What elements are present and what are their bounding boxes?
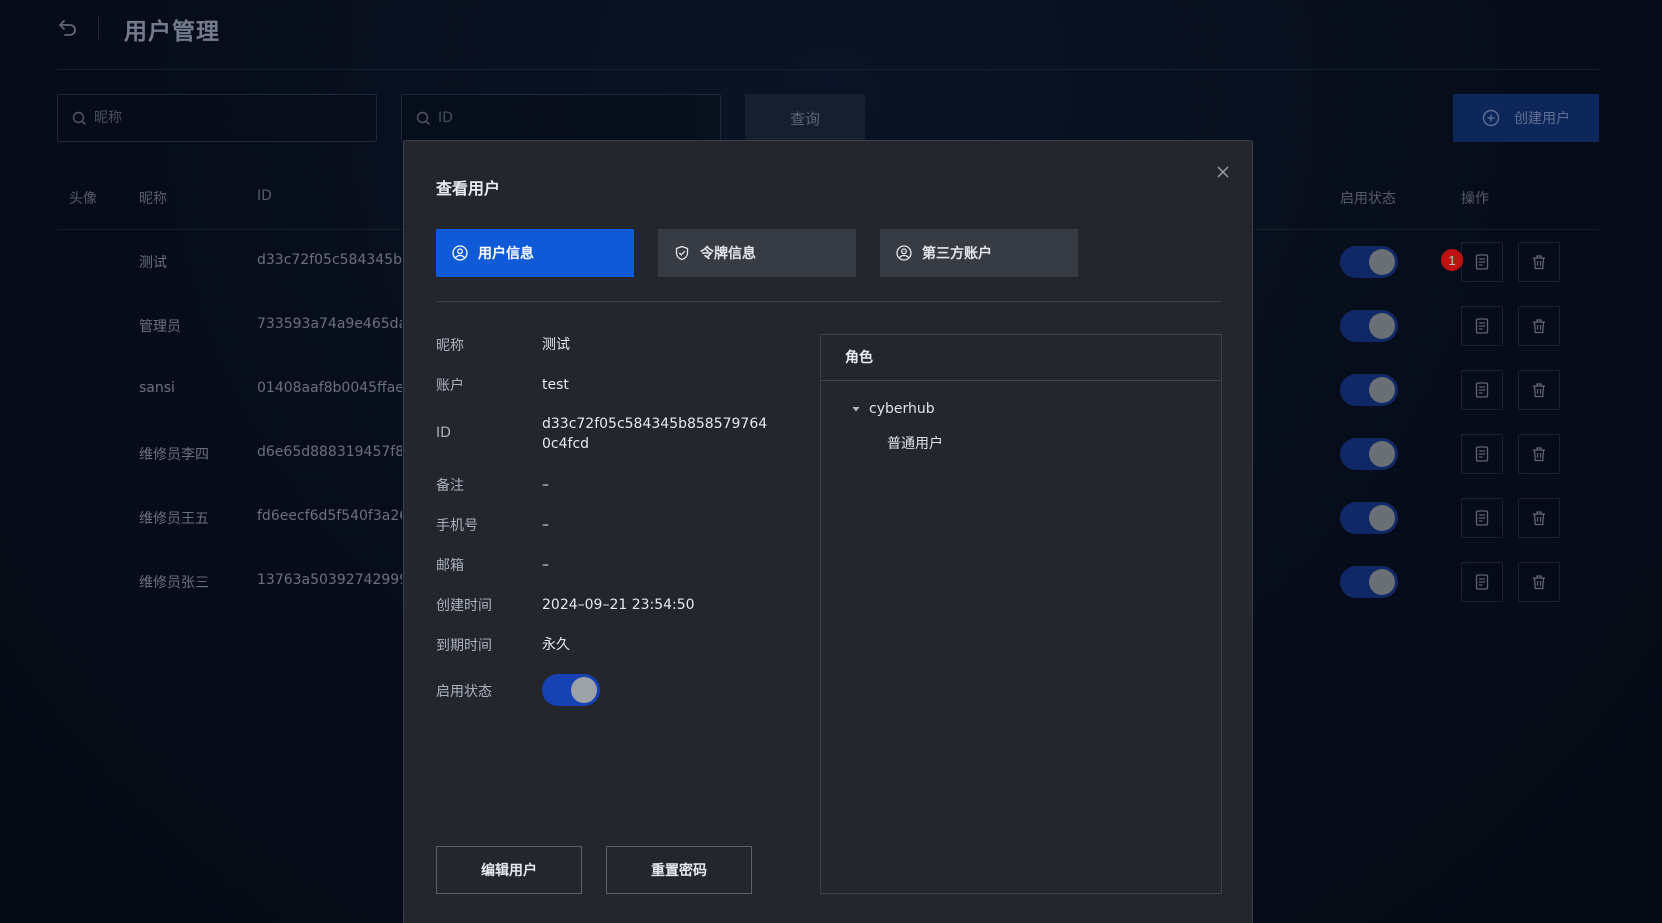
role-tree-group[interactable]: cyberhub [851, 401, 935, 417]
close-icon[interactable] [1216, 165, 1230, 179]
account-value: test [542, 377, 569, 393]
tabs-divider [436, 301, 1222, 302]
user-circle-icon [896, 245, 912, 261]
nickname-label: 昵称 [436, 338, 464, 354]
phone-value: – [542, 517, 549, 533]
expire-time-label: 到期时间 [436, 638, 492, 654]
phone-label: 手机号 [436, 518, 478, 534]
email-value: – [542, 557, 549, 573]
nickname-value: 测试 [542, 337, 570, 353]
reset-password-button[interactable]: 重置密码 [606, 846, 752, 894]
remark-label: 备注 [436, 478, 464, 494]
account-label: 账户 [436, 378, 464, 394]
role-tree-item[interactable]: 普通用户 [887, 433, 943, 453]
user-circle-icon [452, 245, 468, 261]
role-group-label: cyberhub [869, 401, 935, 417]
edit-user-button[interactable]: 编辑用户 [436, 846, 582, 894]
tab-token-info[interactable]: 令牌信息 [658, 229, 856, 277]
toggle-knob [571, 677, 597, 703]
caret-down-icon[interactable] [851, 404, 861, 414]
tab-token-info-label: 令牌信息 [700, 246, 756, 262]
tab-third-party-account[interactable]: 第三方账户 [880, 229, 1078, 277]
id-label: ID [436, 425, 451, 441]
role-panel: 角色 cyberhub 普通用户 [820, 334, 1222, 894]
view-user-dialog: 查看用户 用户信息 令牌信息 第三方账户 昵称 测试 账户 test ID d3… [403, 140, 1253, 923]
remark-value: – [542, 477, 549, 493]
status-label: 启用状态 [436, 684, 492, 700]
expire-time-value: 永久 [542, 637, 570, 653]
shield-check-icon [675, 245, 689, 261]
tab-user-info[interactable]: 用户信息 [436, 229, 634, 277]
created-time-value: 2024–09–21 23:54:50 [542, 597, 695, 613]
tab-third-party-label: 第三方账户 [922, 246, 992, 262]
role-panel-title: 角色 [821, 335, 1221, 381]
email-label: 邮箱 [436, 558, 464, 574]
dialog-title: 查看用户 [436, 179, 501, 198]
id-value: d33c72f05c584345b8585797640c4fcd [542, 416, 768, 452]
status-toggle[interactable] [542, 674, 600, 706]
created-time-label: 创建时间 [436, 598, 492, 614]
tab-user-info-label: 用户信息 [478, 246, 534, 262]
